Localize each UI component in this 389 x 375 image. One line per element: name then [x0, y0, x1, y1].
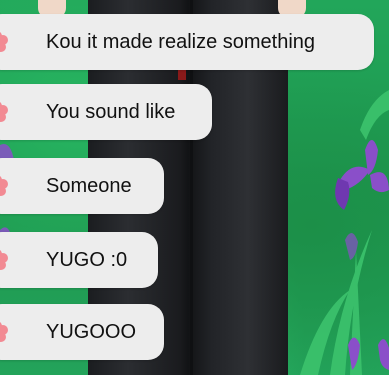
- hibiscus-flower-icon: [0, 32, 8, 52]
- hibiscus-flower-icon: [0, 322, 8, 342]
- message-text: Kou it made realize something: [46, 31, 316, 53]
- chat-bubble: YUGOOO: [0, 304, 164, 360]
- message-text: YUGOOO: [46, 321, 137, 343]
- chat-bubble: Kou it made realize something: [0, 14, 374, 70]
- iris-flower-right: [335, 140, 389, 210]
- hibiscus-flower-icon: [0, 176, 8, 196]
- chat-bubble: YUGO :0: [0, 232, 158, 288]
- hibiscus-flower-icon: [0, 102, 8, 122]
- message-text: Someone: [46, 175, 132, 197]
- hibiscus-flower-icon: [0, 250, 8, 270]
- message-text: You sound like: [46, 101, 176, 123]
- message-text: YUGO :0: [46, 249, 128, 271]
- chat-bubble: You sound like: [0, 84, 212, 140]
- chat-bubble: Someone: [0, 158, 164, 214]
